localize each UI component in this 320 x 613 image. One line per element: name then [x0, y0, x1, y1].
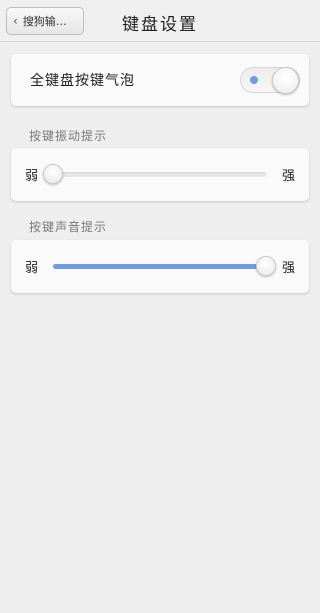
- sound-slider-knob[interactable]: [256, 256, 276, 276]
- vibration-card: 弱 强: [11, 148, 309, 201]
- sound-slider-fill: [53, 264, 266, 269]
- top-bar: ‹ 搜狗输… 键盘设置: [0, 0, 320, 42]
- toggle-knob[interactable]: [272, 67, 299, 94]
- vibration-slider[interactable]: [43, 164, 266, 184]
- sound-weak-label: 弱: [25, 261, 39, 276]
- vibration-weak-label: 弱: [25, 169, 39, 184]
- bubble-setting-card: 全键盘按键气泡: [11, 54, 309, 106]
- vibration-strong-label: 强: [282, 169, 296, 184]
- vibration-section-label: 按键振动提示: [29, 129, 108, 143]
- bubble-setting-label: 全键盘按键气泡: [30, 73, 135, 89]
- sound-slider[interactable]: [53, 256, 276, 276]
- sound-strong-label: 强: [282, 261, 296, 276]
- toggle-on-indicator: [250, 76, 258, 84]
- sound-section-label: 按键声音提示: [29, 220, 108, 234]
- sound-card: 弱 强: [11, 240, 309, 293]
- bubble-toggle[interactable]: [240, 67, 300, 94]
- page-title: 键盘设置: [122, 15, 198, 35]
- vibration-slider-knob[interactable]: [43, 164, 63, 184]
